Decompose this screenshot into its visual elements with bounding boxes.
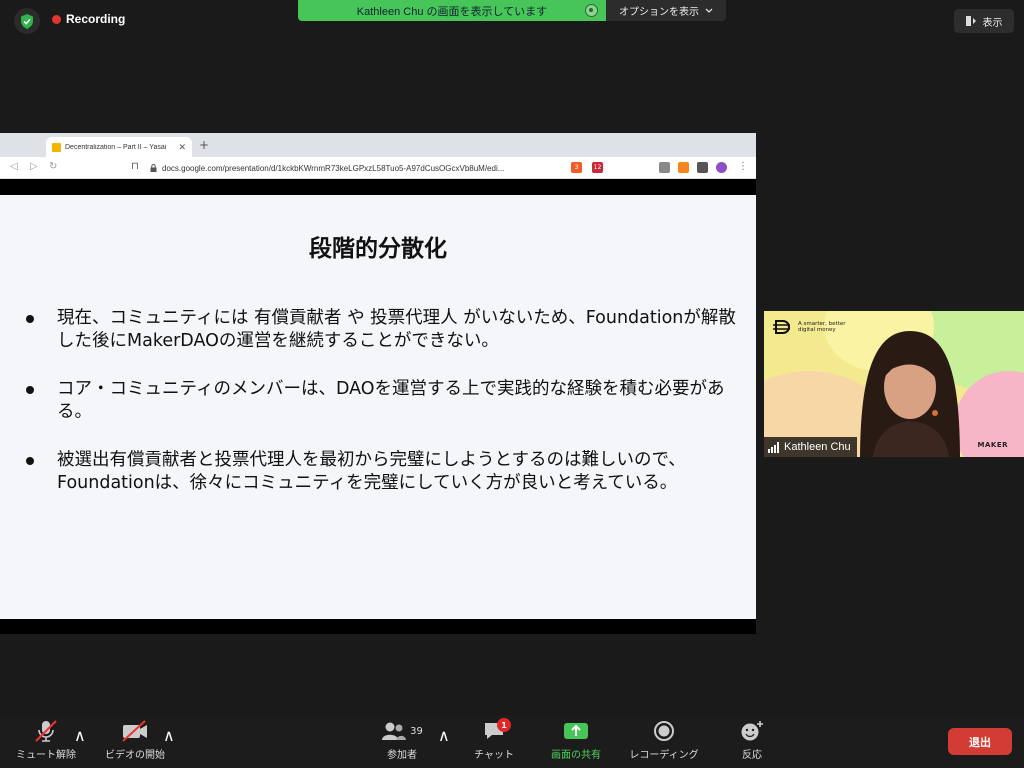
screen-share-banner: Kathleen Chu の画面を表示しています: [298, 0, 606, 21]
participants-count: 39: [410, 725, 423, 737]
menu-icon[interactable]: ⋮: [738, 161, 748, 172]
extension-icon[interactable]: [659, 162, 670, 173]
bookmark-icon[interactable]: ⊓: [131, 161, 139, 172]
zoom-meeting-window: Recording Kathleen Chu の画面を表示しています オプション…: [0, 0, 1024, 768]
address-bar[interactable]: docs.google.com/presentation/d/1kckbKWrn…: [150, 160, 562, 176]
unmute-button[interactable]: ミュート解除: [12, 716, 80, 768]
recording-label: Recording: [66, 12, 126, 26]
close-tab-icon[interactable]: ✕: [178, 142, 186, 153]
view-options-button[interactable]: オプションを表示: [606, 0, 726, 21]
metamask-icon[interactable]: [678, 162, 689, 173]
slide-bullet: コア・コミュニティのメンバーは、DAOを運営する上で実践的な経験を積む必要がある…: [26, 378, 746, 424]
forward-icon[interactable]: ▷: [30, 161, 38, 172]
browser-toolbar: ◁ ▷ ↻ ⊓ docs.google.com/presentation/d/1…: [0, 157, 756, 179]
participants-button[interactable]: 39 参加者: [372, 716, 432, 768]
share-screen-icon: [564, 723, 588, 739]
participant-video[interactable]: A smarter, better digital money MAKER Ka…: [764, 311, 1024, 457]
audio-options-chevron-icon[interactable]: ∧: [74, 726, 86, 745]
meeting-toolbar: ミュート解除 ∧ ビデオの開始 ∧ 39 参加者 ∧ 1 チャット 画面の共有 …: [0, 716, 1024, 768]
participants-icon: [382, 722, 407, 740]
dai-logo-icon: [773, 320, 790, 334]
back-icon[interactable]: ◁: [10, 161, 18, 172]
alert-extension-icon[interactable]: 12: [592, 162, 603, 173]
video-camera-off-icon: [122, 720, 147, 742]
share-screen-label: 画面の共有: [551, 750, 601, 761]
view-label: 表示: [982, 17, 1003, 29]
chat-unread-badge: 1: [497, 718, 511, 732]
slides-favicon-icon: [52, 142, 61, 152]
chevron-down-icon: [705, 8, 713, 13]
profile-avatar-icon[interactable]: [716, 162, 727, 173]
browser-tab-title: Decentralization – Part II – Yasai: [65, 143, 167, 151]
maker-watermark: MAKER: [977, 441, 1008, 449]
recording-dot-icon: [52, 14, 61, 24]
new-tab-icon[interactable]: +: [199, 138, 209, 152]
browser-tab[interactable]: Decentralization – Part II – Yasai ✕: [46, 137, 192, 157]
slide-bullet: 現在、コミュニティには 有償貢献者 や 投票代理人 がいないため、Foundat…: [26, 307, 746, 353]
signal-strength-icon: [768, 441, 779, 453]
view-layout-icon: [965, 16, 976, 26]
leave-meeting-button[interactable]: 退出: [948, 728, 1012, 755]
record-label: レコーディング: [629, 750, 699, 761]
participant-name: Kathleen Chu: [784, 441, 851, 453]
reload-icon[interactable]: ↻: [49, 161, 57, 172]
view-button[interactable]: 表示: [954, 9, 1014, 33]
slide-bullet: 被選出有償貢献者と投票代理人を最初から完璧にしようとするのは難しいので、Foun…: [26, 449, 746, 495]
view-options-label: オプションを表示: [619, 7, 699, 18]
presentation-slide: 段階的分散化 現在、コミュニティには 有償貢献者 や 投票代理人 がいないため、…: [0, 195, 756, 619]
share-status-icon[interactable]: [585, 4, 598, 17]
chat-label: チャット: [474, 750, 514, 761]
leave-label: 退出: [969, 735, 991, 749]
reactions-label: 反応: [742, 750, 762, 761]
microphone-muted-icon: [35, 720, 57, 742]
unmute-label: ミュート解除: [16, 750, 76, 761]
record-button[interactable]: レコーディング: [622, 716, 706, 768]
browser-tab-strip: Decentralization – Part II – Yasai ✕ +: [0, 133, 756, 157]
brave-shield-icon[interactable]: 3: [571, 162, 582, 173]
reactions-button[interactable]: 反応: [734, 716, 770, 768]
puzzle-icon[interactable]: [697, 162, 708, 173]
participant-name-tag: Kathleen Chu: [764, 437, 857, 457]
shared-screen: Decentralization – Part II – Yasai ✕ + ◁…: [0, 133, 756, 634]
slide-title: 段階的分散化: [309, 236, 447, 262]
share-banner-text: Kathleen Chu の画面を表示しています: [356, 5, 548, 18]
record-icon: [654, 721, 674, 741]
slide-bullet-list: 現在、コミュニティには 有償貢献者 や 投票代理人 がいないため、Foundat…: [26, 307, 746, 520]
add-reaction-icon: [741, 721, 763, 741]
share-screen-button[interactable]: 画面の共有: [544, 716, 608, 768]
security-shield-icon[interactable]: [14, 8, 40, 34]
participants-options-chevron-icon[interactable]: ∧: [438, 726, 450, 745]
participants-label: 参加者: [387, 750, 417, 761]
url-text: docs.google.com/presentation/d/1kckbKWrn…: [162, 163, 505, 173]
lock-icon: [150, 164, 157, 172]
chat-button[interactable]: 1 チャット: [466, 716, 522, 768]
video-options-chevron-icon[interactable]: ∧: [163, 726, 175, 745]
start-video-button[interactable]: ビデオの開始: [100, 716, 170, 768]
start-video-label: ビデオの開始: [105, 750, 165, 761]
recording-indicator[interactable]: Recording: [52, 12, 125, 26]
